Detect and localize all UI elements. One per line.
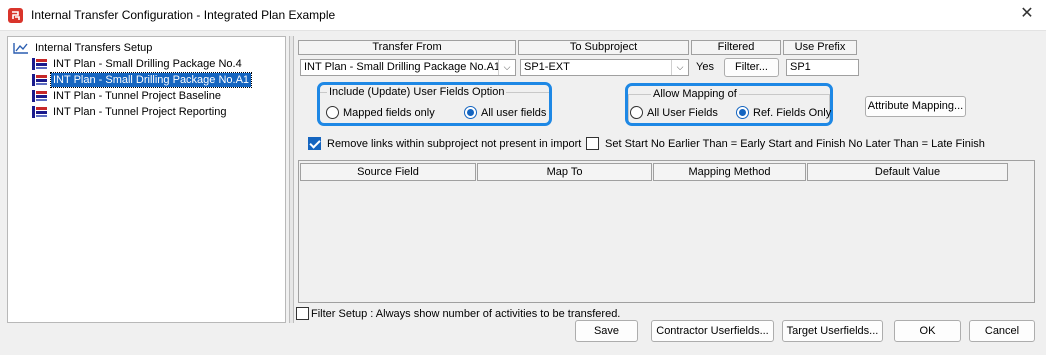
plan-icon (32, 89, 48, 103)
tree-item-label: INT Plan - Small Drilling Package No.4 (53, 58, 242, 70)
radio-mapped-fields-only[interactable]: Mapped fields only (326, 106, 435, 119)
column-source-field[interactable]: Source Field (300, 163, 476, 181)
header-use-prefix: Use Prefix (783, 40, 857, 55)
tree-item-label: INT Plan - Tunnel Project Reporting (53, 106, 227, 118)
checkbox-label: Remove links within subproject not prese… (327, 137, 582, 150)
to-subproject-select[interactable]: SP1-EXT ⌵ (520, 59, 689, 76)
checkbox-unchecked[interactable] (296, 307, 309, 320)
radio-label: All User Fields (647, 106, 718, 119)
transfer-from-value: INT Plan - Small Drilling Package No.A1 (304, 61, 501, 73)
radio-ref-fields-only[interactable]: Ref. Fields Only (736, 106, 831, 119)
pane-splitter[interactable] (289, 36, 294, 323)
tree-root-label: Internal Transfers Setup (35, 42, 153, 54)
checkbox-checked[interactable] (308, 137, 321, 150)
radio-circle[interactable] (326, 106, 339, 119)
remove-links-checkbox[interactable]: Remove links within subproject not prese… (308, 137, 581, 150)
tree-item-label: INT Plan - Tunnel Project Baseline (53, 90, 221, 102)
chevron-down-icon[interactable]: ⌵ (498, 60, 515, 75)
radio-circle[interactable] (630, 106, 643, 119)
radio-circle-selected[interactable] (736, 106, 749, 119)
title-bar: Internal Transfer Configuration - Integr… (0, 0, 1046, 31)
column-mapping-method[interactable]: Mapping Method (653, 163, 806, 181)
highlight-user-fields (317, 82, 552, 126)
column-map-to[interactable]: Map To (477, 163, 652, 181)
radio-circle-selected[interactable] (464, 106, 477, 119)
column-default-value[interactable]: Default Value (807, 163, 1008, 181)
to-subproject-value: SP1-EXT (524, 61, 570, 73)
cancel-button[interactable]: Cancel (969, 320, 1035, 342)
ok-button[interactable]: OK (894, 320, 961, 342)
prefix-value: SP1 (790, 61, 811, 73)
tree-item[interactable]: INT Plan - Small Drilling Package No.4 (32, 56, 244, 72)
plan-icon (32, 57, 48, 71)
contractor-userfields-button[interactable]: Contractor Userfields... (651, 320, 774, 342)
tree-item-selected[interactable]: INT Plan - Small Drilling Package No.A1 (32, 72, 253, 88)
set-start-checkbox[interactable]: Set Start No Earlier Than = Early Start … (586, 137, 985, 150)
filter-setup-checkbox[interactable]: Filter Setup : Always show number of act… (296, 307, 620, 320)
save-button[interactable]: Save (575, 320, 638, 342)
tree-root[interactable]: Internal Transfers Setup (13, 40, 154, 56)
prefix-input[interactable]: SP1 (786, 59, 859, 76)
transfers-tree[interactable]: Internal Transfers Setup INT Plan - Smal… (7, 36, 286, 323)
mapping-grid[interactable] (298, 160, 1035, 303)
header-filtered: Filtered (691, 40, 781, 55)
window-title: Internal Transfer Configuration - Integr… (31, 8, 336, 22)
attribute-mapping-button[interactable]: Attribute Mapping... (865, 96, 966, 117)
checkbox-unchecked[interactable] (586, 137, 599, 150)
checkbox-label: Set Start No Earlier Than = Early Start … (605, 137, 985, 150)
radio-label: All user fields (481, 106, 547, 119)
radio-label: Mapped fields only (343, 106, 435, 119)
tree-item[interactable]: INT Plan - Tunnel Project Reporting (32, 104, 228, 120)
radio-label: Ref. Fields Only (753, 106, 832, 119)
checkbox-label: Filter Setup : Always show number of act… (311, 307, 621, 320)
close-icon[interactable]: ✕ (1018, 5, 1036, 23)
header-to-subproject: To Subproject (518, 40, 689, 55)
radio-all-user-fields-mapping[interactable]: All User Fields (630, 106, 718, 119)
chevron-down-icon[interactable]: ⌵ (671, 60, 688, 75)
highlight-allow-mapping (625, 83, 833, 126)
app-logo-icon (8, 8, 23, 23)
filtered-value: Yes (696, 61, 714, 73)
tree-item[interactable]: INT Plan - Tunnel Project Baseline (32, 88, 223, 104)
filter-button[interactable]: Filter... (724, 58, 779, 77)
plan-icon (32, 73, 48, 87)
folder-icon (13, 42, 29, 54)
plan-icon (32, 105, 48, 119)
target-userfields-button[interactable]: Target Userfields... (782, 320, 883, 342)
tree-item-label: INT Plan - Small Drilling Package No.A1 (49, 72, 253, 88)
radio-all-user-fields[interactable]: All user fields (464, 106, 546, 119)
header-transfer-from: Transfer From (298, 40, 516, 55)
transfer-from-select[interactable]: INT Plan - Small Drilling Package No.A1 … (300, 59, 516, 76)
